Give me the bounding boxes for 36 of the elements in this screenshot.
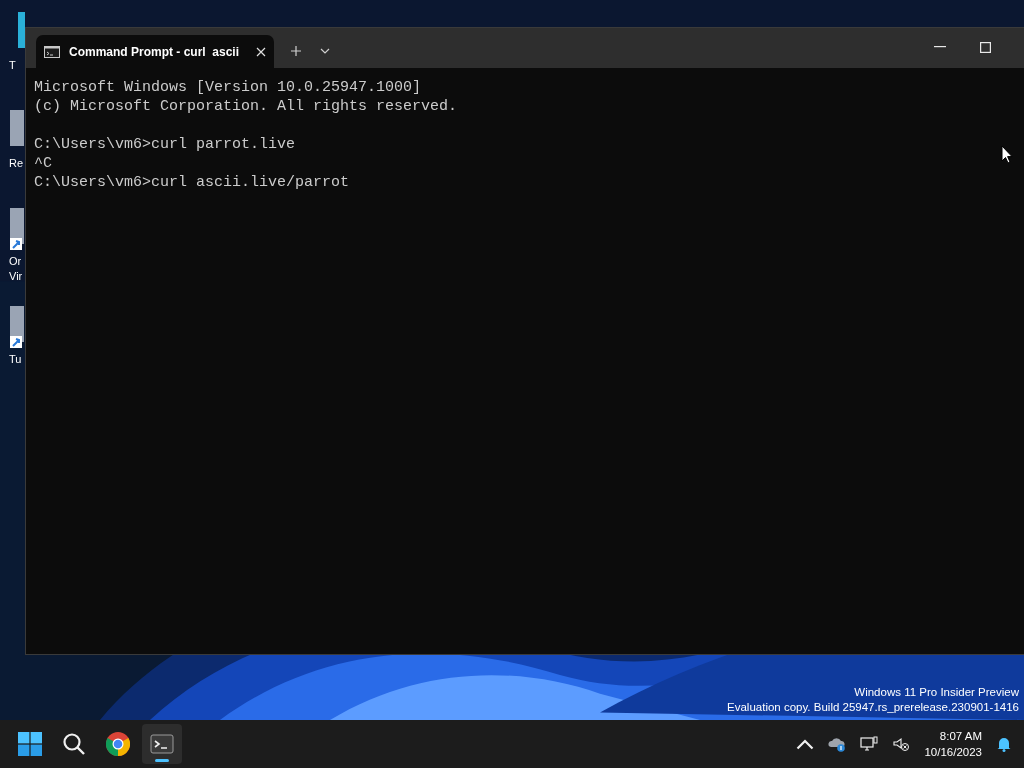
shortcut-label: Vir <box>9 269 23 284</box>
active-indicator <box>155 759 169 762</box>
terminal-line: ^C <box>34 154 52 173</box>
maximize-icon[interactable] <box>980 42 991 53</box>
search-icon <box>62 732 86 756</box>
clock-time: 8:07 AM <box>939 729 982 744</box>
minimize-icon[interactable] <box>934 46 946 48</box>
watermark-text: Windows 11 Pro Insider Preview <box>854 685 1019 700</box>
watermark-text: Evaluation copy. Build 25947.rs_prerelease.230901-1416 <box>727 700 1019 715</box>
console-icon <box>44 45 60 58</box>
terminal-line: (c) Microsoft Corporation. All rights reserved. <box>34 97 458 116</box>
windows-logo-icon <box>18 732 42 756</box>
taskbar-button[interactable] <box>142 724 182 764</box>
tab-title: Command Prompt - curl ascii <box>69 44 241 59</box>
new-tab-icon[interactable] <box>290 45 302 57</box>
terminal-line: C:\Users\vm6>curl ascii.live/parrot <box>34 173 350 192</box>
shortcut-icon[interactable] <box>10 208 24 252</box>
bell-icon[interactable] <box>996 736 1012 752</box>
terminal-icon <box>150 732 174 756</box>
cursor-icon <box>1001 145 1013 164</box>
shortcut-label: Or <box>9 254 22 269</box>
terminal-line: C:\Users\vm6>curl parrot.live <box>34 135 296 154</box>
cloud-icon[interactable] <box>828 736 847 752</box>
close-icon[interactable] <box>256 46 266 57</box>
shortcut-icon[interactable] <box>10 306 24 350</box>
shortcut-label: Re <box>9 156 24 171</box>
network-icon[interactable] <box>860 736 879 752</box>
browser-icon <box>106 732 130 756</box>
terminal-line: Microsoft Windows [Version 10.0.25947.1000] <box>34 78 422 97</box>
dropdown-icon[interactable] <box>320 48 330 54</box>
shortcut-label: Tu <box>9 352 22 367</box>
muted-speaker-icon[interactable] <box>892 736 911 752</box>
shortcut-label: T <box>9 58 16 73</box>
tab[interactable]: Command Prompt - curl ascii <box>36 35 274 68</box>
clock[interactable]: 8:07 AM 10/16/2023 <box>924 728 982 760</box>
clock-date: 10/16/2023 <box>924 745 982 760</box>
